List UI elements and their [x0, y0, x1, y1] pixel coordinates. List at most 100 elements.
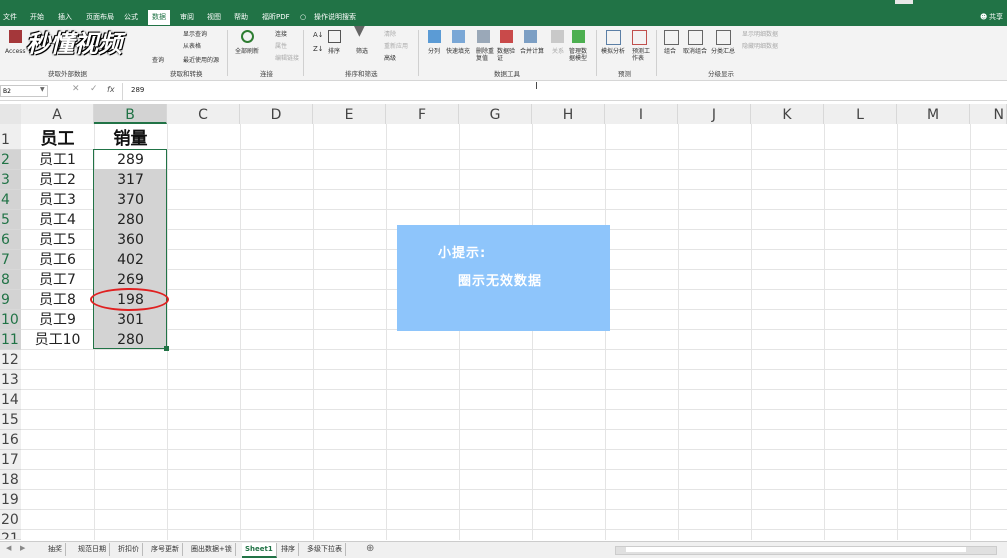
sheet-tab-active[interactable]: Sheet1 — [242, 543, 277, 558]
column-header[interactable]: H — [532, 104, 605, 124]
cell-employee[interactable]: 员工8 — [21, 290, 94, 310]
text-to-columns-button[interactable]: 分列 — [428, 48, 440, 55]
cell-employee[interactable]: 员工9 — [21, 310, 94, 330]
refresh-all-button[interactable]: 全部刷新 — [235, 48, 259, 55]
cell-employee[interactable]: 员工3 — [21, 190, 94, 210]
row-header[interactable]: 3 — [0, 170, 21, 190]
row-header[interactable]: 7 — [0, 250, 21, 270]
row-header[interactable]: 1 — [0, 124, 21, 150]
ungroup-button[interactable]: 取消组合 — [683, 48, 707, 55]
cell-employee[interactable]: 员工1 — [21, 150, 94, 170]
row-header[interactable]: 20 — [0, 510, 21, 530]
scrollbar-thumb[interactable] — [626, 547, 966, 552]
row-header[interactable]: 16 — [0, 430, 21, 450]
menu-insert[interactable]: 插入 — [58, 12, 72, 22]
row-header[interactable]: 9 — [0, 290, 21, 310]
sort-az-icon[interactable]: A↓ — [313, 32, 324, 39]
column-header[interactable]: D — [240, 104, 313, 124]
sheet-tab[interactable]: 排序 — [278, 543, 299, 556]
forecast-sheet-button[interactable]: 预测工作表 — [632, 48, 652, 62]
cell-sales[interactable]: 370 — [94, 190, 167, 210]
relationships-button[interactable]: 关系 — [552, 48, 564, 55]
menu-foxit-pdf[interactable]: 福昕PDF — [262, 12, 290, 22]
access-button[interactable]: Access — [5, 48, 26, 55]
row-header[interactable]: 13 — [0, 370, 21, 390]
share-icon[interactable]: ☻ — [980, 12, 987, 22]
menu-file[interactable]: 文件 — [3, 12, 17, 22]
reapply-button[interactable]: 重新应用 — [384, 43, 408, 50]
row-header[interactable]: 17 — [0, 450, 21, 470]
share-button[interactable]: 共享 — [989, 12, 1003, 22]
column-header[interactable]: J — [678, 104, 751, 124]
menu-review[interactable]: 审阅 — [180, 12, 194, 22]
cell-sales[interactable]: 280 — [94, 330, 167, 350]
sheet-tab[interactable]: 抽奖 — [45, 543, 66, 556]
sheet-tab[interactable]: 折扣价 — [115, 543, 143, 556]
what-if-button[interactable]: 模拟分析 — [601, 48, 625, 55]
cancel-icon[interactable]: ✕ — [72, 84, 80, 94]
column-header[interactable]: B — [94, 104, 167, 124]
row-header[interactable]: 6 — [0, 230, 21, 250]
row-header[interactable]: 19 — [0, 490, 21, 510]
row-header[interactable]: 14 — [0, 390, 21, 410]
clear-button[interactable]: 清除 — [384, 31, 396, 38]
row-header[interactable]: 11 — [0, 330, 21, 350]
row-header[interactable]: 12 — [0, 350, 21, 370]
menu-data[interactable]: 数据 — [148, 10, 170, 25]
column-header[interactable]: I — [605, 104, 678, 124]
data-validation-button[interactable]: 数据验证 — [497, 48, 519, 62]
subtotal-button[interactable]: 分类汇总 — [711, 48, 735, 55]
cell-sales[interactable]: 280 — [94, 210, 167, 230]
column-header[interactable]: N — [970, 104, 1007, 124]
advanced-button[interactable]: 高级 — [384, 55, 396, 62]
select-all-corner[interactable] — [0, 104, 21, 124]
sort-za-icon[interactable]: Z↓ — [313, 46, 324, 53]
group-button[interactable]: 组合 — [664, 48, 676, 55]
cell-sales[interactable]: 289 — [94, 150, 167, 170]
tab-prev-icon[interactable]: ◀ — [6, 544, 11, 552]
cell-sales[interactable]: 269 — [94, 270, 167, 290]
consolidate-button[interactable]: 合并计算 — [520, 48, 544, 55]
tell-me-search[interactable]: 操作说明搜索 — [314, 12, 356, 22]
add-sheet-icon[interactable]: ⊕ — [366, 543, 374, 554]
enter-icon[interactable]: ✓ — [90, 84, 98, 94]
column-header[interactable]: C — [167, 104, 240, 124]
cell-employee[interactable]: 员工5 — [21, 230, 94, 250]
function-icon[interactable]: fx — [107, 85, 115, 94]
window-control[interactable] — [895, 0, 913, 4]
row-header[interactable]: 2 — [0, 150, 21, 170]
menu-formulas[interactable]: 公式 — [124, 12, 138, 22]
cell-sales[interactable]: 317 — [94, 170, 167, 190]
row-header[interactable]: 21 — [0, 530, 21, 540]
cell-employee[interactable]: 员工4 — [21, 210, 94, 230]
recent-source-button[interactable]: 最近使用的源 — [183, 57, 219, 64]
show-query-button[interactable]: 显示查询 — [183, 31, 207, 38]
cell-sales[interactable]: 301 — [94, 310, 167, 330]
flash-fill-button[interactable]: 快速填充 — [446, 48, 470, 55]
name-box-dropdown-icon[interactable]: ▼ — [40, 86, 45, 93]
row-header[interactable]: 4 — [0, 190, 21, 210]
menu-help[interactable]: 帮助 — [234, 12, 248, 22]
cell-sales[interactable]: 360 — [94, 230, 167, 250]
properties-button[interactable]: 属性 — [275, 43, 287, 50]
row-header[interactable]: 5 — [0, 210, 21, 230]
cell-sales[interactable]: 402 — [94, 250, 167, 270]
menu-home[interactable]: 开始 — [30, 12, 44, 22]
column-header[interactable]: E — [313, 104, 386, 124]
formula-input[interactable]: 289 — [131, 86, 144, 94]
sheet-tab[interactable]: 序号更新 — [148, 543, 183, 556]
cell-employee[interactable]: 员工7 — [21, 270, 94, 290]
row-header[interactable]: 18 — [0, 470, 21, 490]
header-employee[interactable]: 员工 — [21, 126, 94, 150]
row-header[interactable]: 10 — [0, 310, 21, 330]
sheet-tab[interactable]: 圈出数据+锁 — [188, 543, 236, 556]
filter-button[interactable]: 筛选 — [356, 48, 368, 55]
header-sales[interactable]: 销量 — [94, 126, 167, 150]
data-model-button[interactable]: 管理数据模型 — [569, 48, 591, 62]
query-button[interactable]: 查询 — [152, 57, 164, 64]
column-header[interactable]: F — [386, 104, 459, 124]
column-header[interactable]: L — [824, 104, 897, 124]
row-header[interactable]: 15 — [0, 410, 21, 430]
edit-links-button[interactable]: 编辑链接 — [275, 55, 299, 62]
remove-duplicates-button[interactable]: 删除重复值 — [476, 48, 494, 62]
